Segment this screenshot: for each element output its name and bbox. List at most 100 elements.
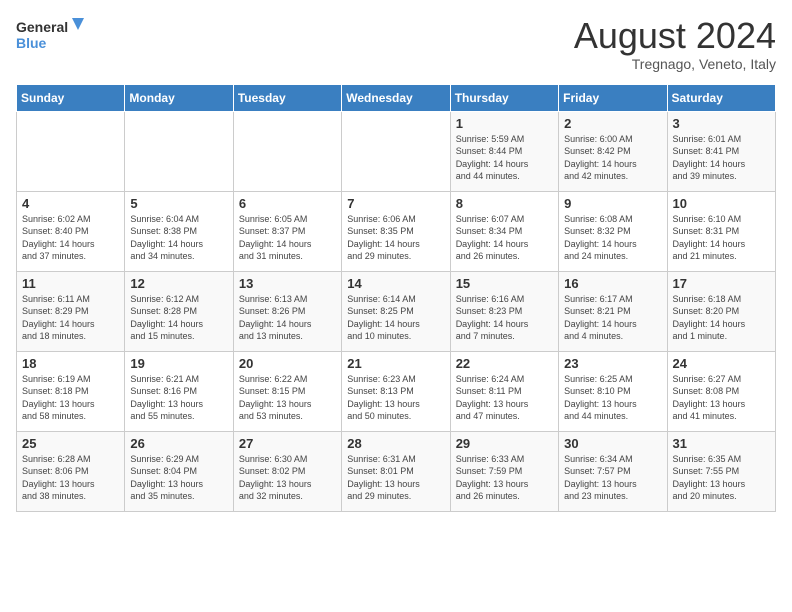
day-cell: 20 Sunrise: 6:22 AM Sunset: 8:15 PM Dayli…: [233, 351, 341, 431]
day-cell: 7 Sunrise: 6:06 AM Sunset: 8:35 PM Daylig…: [342, 191, 450, 271]
page-header: General Blue August 2024 Tregnago, Venet…: [16, 16, 776, 72]
day-info: Sunrise: 6:24 AM Sunset: 8:11 PM Dayligh…: [456, 373, 553, 423]
day-number: 31: [673, 436, 770, 451]
day-number: 21: [347, 356, 444, 371]
day-cell: 22 Sunrise: 6:24 AM Sunset: 8:11 PM Dayli…: [450, 351, 558, 431]
day-info: Sunrise: 6:25 AM Sunset: 8:10 PM Dayligh…: [564, 373, 661, 423]
calendar-table: SundayMondayTuesdayWednesdayThursdayFrid…: [16, 84, 776, 512]
day-cell: [17, 111, 125, 191]
week-row-3: 11 Sunrise: 6:11 AM Sunset: 8:29 PM Dayli…: [17, 271, 776, 351]
day-info: Sunrise: 6:00 AM Sunset: 8:42 PM Dayligh…: [564, 133, 661, 183]
day-number: 7: [347, 196, 444, 211]
day-info: Sunrise: 6:30 AM Sunset: 8:02 PM Dayligh…: [239, 453, 336, 503]
day-number: 28: [347, 436, 444, 451]
col-header-tuesday: Tuesday: [233, 84, 341, 111]
day-info: Sunrise: 6:04 AM Sunset: 8:38 PM Dayligh…: [130, 213, 227, 263]
day-number: 12: [130, 276, 227, 291]
day-number: 24: [673, 356, 770, 371]
day-cell: 15 Sunrise: 6:16 AM Sunset: 8:23 PM Dayli…: [450, 271, 558, 351]
day-cell: 5 Sunrise: 6:04 AM Sunset: 8:38 PM Daylig…: [125, 191, 233, 271]
day-info: Sunrise: 5:59 AM Sunset: 8:44 PM Dayligh…: [456, 133, 553, 183]
day-number: 22: [456, 356, 553, 371]
day-number: 11: [22, 276, 119, 291]
day-info: Sunrise: 6:11 AM Sunset: 8:29 PM Dayligh…: [22, 293, 119, 343]
col-header-thursday: Thursday: [450, 84, 558, 111]
col-header-friday: Friday: [559, 84, 667, 111]
day-info: Sunrise: 6:17 AM Sunset: 8:21 PM Dayligh…: [564, 293, 661, 343]
day-info: Sunrise: 6:08 AM Sunset: 8:32 PM Dayligh…: [564, 213, 661, 263]
day-info: Sunrise: 6:27 AM Sunset: 8:08 PM Dayligh…: [673, 373, 770, 423]
day-info: Sunrise: 6:05 AM Sunset: 8:37 PM Dayligh…: [239, 213, 336, 263]
day-cell: 23 Sunrise: 6:25 AM Sunset: 8:10 PM Dayli…: [559, 351, 667, 431]
day-cell: 24 Sunrise: 6:27 AM Sunset: 8:08 PM Dayli…: [667, 351, 775, 431]
day-info: Sunrise: 6:07 AM Sunset: 8:34 PM Dayligh…: [456, 213, 553, 263]
day-number: 25: [22, 436, 119, 451]
day-number: 1: [456, 116, 553, 131]
week-row-5: 25 Sunrise: 6:28 AM Sunset: 8:06 PM Dayli…: [17, 431, 776, 511]
day-cell: 17 Sunrise: 6:18 AM Sunset: 8:20 PM Dayli…: [667, 271, 775, 351]
day-cell: [342, 111, 450, 191]
day-number: 23: [564, 356, 661, 371]
day-number: 29: [456, 436, 553, 451]
day-number: 9: [564, 196, 661, 211]
day-number: 3: [673, 116, 770, 131]
day-number: 13: [239, 276, 336, 291]
day-number: 19: [130, 356, 227, 371]
day-cell: 10Sunrise: 6:10 AM Sunset: 8:31 PM Dayli…: [667, 191, 775, 271]
col-header-sunday: Sunday: [17, 84, 125, 111]
day-cell: 11 Sunrise: 6:11 AM Sunset: 8:29 PM Dayli…: [17, 271, 125, 351]
day-info: Sunrise: 6:12 AM Sunset: 8:28 PM Dayligh…: [130, 293, 227, 343]
svg-text:General: General: [16, 19, 68, 35]
day-cell: 26 Sunrise: 6:29 AM Sunset: 8:04 PM Dayli…: [125, 431, 233, 511]
day-cell: 18 Sunrise: 6:19 AM Sunset: 8:18 PM Dayli…: [17, 351, 125, 431]
day-number: 4: [22, 196, 119, 211]
day-info: Sunrise: 6:31 AM Sunset: 8:01 PM Dayligh…: [347, 453, 444, 503]
day-cell: 16 Sunrise: 6:17 AM Sunset: 8:21 PM Dayli…: [559, 271, 667, 351]
day-number: 5: [130, 196, 227, 211]
day-number: 6: [239, 196, 336, 211]
day-info: Sunrise: 6:16 AM Sunset: 8:23 PM Dayligh…: [456, 293, 553, 343]
day-info: Sunrise: 6:33 AM Sunset: 7:59 PM Dayligh…: [456, 453, 553, 503]
day-number: 18: [22, 356, 119, 371]
day-number: 15: [456, 276, 553, 291]
col-header-monday: Monday: [125, 84, 233, 111]
day-cell: 29 Sunrise: 6:33 AM Sunset: 7:59 PM Dayli…: [450, 431, 558, 511]
day-cell: 2 Sunrise: 6:00 AM Sunset: 8:42 PM Daylig…: [559, 111, 667, 191]
day-info: Sunrise: 6:02 AM Sunset: 8:40 PM Dayligh…: [22, 213, 119, 263]
col-header-wednesday: Wednesday: [342, 84, 450, 111]
week-row-2: 4 Sunrise: 6:02 AM Sunset: 8:40 PM Daylig…: [17, 191, 776, 271]
day-number: 26: [130, 436, 227, 451]
week-row-1: 1 Sunrise: 5:59 AM Sunset: 8:44 PM Daylig…: [17, 111, 776, 191]
day-number: 16: [564, 276, 661, 291]
day-info: Sunrise: 6:06 AM Sunset: 8:35 PM Dayligh…: [347, 213, 444, 263]
day-info: Sunrise: 6:13 AM Sunset: 8:26 PM Dayligh…: [239, 293, 336, 343]
day-cell: 31 Sunrise: 6:35 AM Sunset: 7:55 PM Dayli…: [667, 431, 775, 511]
day-info: Sunrise: 6:35 AM Sunset: 7:55 PM Dayligh…: [673, 453, 770, 503]
day-info: Sunrise: 6:28 AM Sunset: 8:06 PM Dayligh…: [22, 453, 119, 503]
day-number: 17: [673, 276, 770, 291]
day-number: 2: [564, 116, 661, 131]
day-cell: 21 Sunrise: 6:23 AM Sunset: 8:13 PM Dayli…: [342, 351, 450, 431]
day-cell: 27 Sunrise: 6:30 AM Sunset: 8:02 PM Dayli…: [233, 431, 341, 511]
day-number: 27: [239, 436, 336, 451]
week-row-4: 18 Sunrise: 6:19 AM Sunset: 8:18 PM Dayli…: [17, 351, 776, 431]
day-cell: 8Sunrise: 6:07 AM Sunset: 8:34 PM Daylig…: [450, 191, 558, 271]
col-header-saturday: Saturday: [667, 84, 775, 111]
location-subtitle: Tregnago, Veneto, Italy: [574, 56, 776, 72]
title-block: August 2024 Tregnago, Veneto, Italy: [574, 16, 776, 72]
day-info: Sunrise: 6:23 AM Sunset: 8:13 PM Dayligh…: [347, 373, 444, 423]
day-info: Sunrise: 6:01 AM Sunset: 8:41 PM Dayligh…: [673, 133, 770, 183]
day-cell: [233, 111, 341, 191]
day-info: Sunrise: 6:29 AM Sunset: 8:04 PM Dayligh…: [130, 453, 227, 503]
day-info: Sunrise: 6:34 AM Sunset: 7:57 PM Dayligh…: [564, 453, 661, 503]
day-cell: 13 Sunrise: 6:13 AM Sunset: 8:26 PM Dayli…: [233, 271, 341, 351]
logo-svg: General Blue: [16, 16, 86, 56]
logo: General Blue: [16, 16, 86, 56]
day-info: Sunrise: 6:19 AM Sunset: 8:18 PM Dayligh…: [22, 373, 119, 423]
day-info: Sunrise: 6:22 AM Sunset: 8:15 PM Dayligh…: [239, 373, 336, 423]
day-cell: 19 Sunrise: 6:21 AM Sunset: 8:16 PM Dayli…: [125, 351, 233, 431]
day-cell: 25 Sunrise: 6:28 AM Sunset: 8:06 PM Dayli…: [17, 431, 125, 511]
day-info: Sunrise: 6:18 AM Sunset: 8:20 PM Dayligh…: [673, 293, 770, 343]
day-number: 20: [239, 356, 336, 371]
day-info: Sunrise: 6:21 AM Sunset: 8:16 PM Dayligh…: [130, 373, 227, 423]
